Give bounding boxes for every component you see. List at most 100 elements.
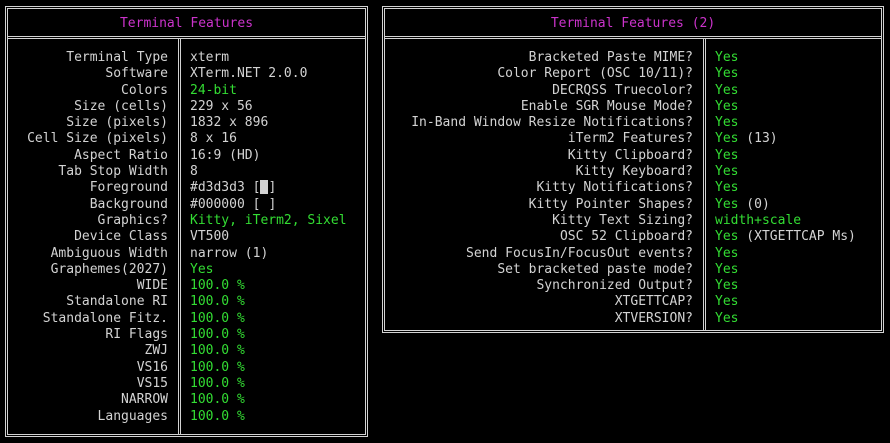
feature-label: Graphics? [97, 212, 168, 228]
feature-value: VT500 [190, 229, 229, 245]
swatch-bracket-open: [ [252, 196, 261, 212]
feature-value: 100.0 % [190, 376, 245, 392]
feature-row: Ambiguous Width narrow (1) [8, 246, 365, 262]
feature-value-text: xterm [190, 50, 230, 65]
feature-value-text: Kitty, iTerm2, Sixel [190, 212, 347, 228]
feature-value: 100.0 % [190, 278, 245, 294]
feature-row: Synchronized Output? Yes [385, 278, 881, 294]
feature-status: Yes [715, 98, 739, 114]
feature-label: Terminal Type [66, 50, 168, 65]
feature-label: Color Report (OSC 10/11)? [497, 66, 693, 82]
feature-row: VS16 100.0 % [8, 360, 365, 376]
feature-value: 100.0 % [190, 392, 245, 408]
feature-value-text: 100.0 % [190, 392, 245, 408]
feature-row: Send FocusIn/FocusOut events? Yes [385, 246, 881, 262]
feature-label: DECRQSS Truecolor? [552, 82, 693, 98]
feature-detail: (XTGETTCAP Ms) [738, 229, 856, 245]
feature-row: Colors 24-bit [8, 83, 365, 99]
feature-value: Yes [715, 50, 738, 66]
feature-value: Yes [715, 246, 738, 262]
feature-value: Yes (0) [715, 197, 770, 213]
feature-status: Yes [715, 164, 739, 180]
feature-value-text: 100.0 % [190, 343, 245, 359]
feature-label: Tab Stop Width [58, 164, 168, 180]
feature-label: Kitty Text Sizing? [552, 212, 693, 228]
feature-row: NARROW 100.0 % [8, 392, 365, 408]
feature-label: VS16 [136, 359, 168, 375]
feature-label: OSC 52 Clipboard? [559, 229, 693, 245]
feature-value-text: XTerm.NET 2.0.0 [190, 66, 308, 82]
feature-value: Yes [715, 262, 738, 278]
feature-row: Graphics? Kitty, iTerm2, Sixel [8, 213, 365, 229]
feature-label: XTGETTCAP? [614, 294, 693, 310]
feature-value-text: 8 x 16 [190, 131, 237, 147]
feature-label: Aspect Ratio [74, 147, 168, 163]
feature-row: Standalone Fitz. 100.0 % [8, 311, 365, 327]
feature-row: Size (cells) 229 x 56 [8, 99, 365, 115]
feature-status: Yes [715, 131, 739, 147]
feature-status: Yes [715, 147, 739, 163]
feature-row: Foreground #d3d3d3 [] [8, 180, 365, 196]
feature-value: Yes [715, 148, 738, 164]
feature-value-text: 16:9 (HD) [190, 147, 261, 163]
swatch-bracket-close: ] [268, 180, 277, 196]
feature-status: Yes [715, 180, 739, 196]
feature-value: Yes [715, 164, 738, 180]
feature-value: 1832 x 896 [190, 115, 268, 131]
feature-list: Terminal Type xterm Software XTerm.NET 2.0.… [8, 50, 365, 425]
feature-value: Kitty, iTerm2, Sixel [190, 213, 347, 229]
feature-value: Yes [715, 278, 738, 294]
feature-value: 8 [190, 164, 198, 180]
feature-row: XTVERSION? Yes [385, 311, 881, 327]
feature-value-text: 229 x 56 [190, 98, 253, 114]
feature-value: Yes (XTGETTCAP Ms) [715, 229, 856, 245]
feature-status: Yes [715, 278, 739, 294]
feature-detail: (13) [738, 131, 778, 147]
feature-value: xterm [190, 50, 229, 66]
feature-status: Yes [715, 310, 739, 326]
feature-value: 100.0 % [190, 311, 245, 327]
feature-label: Ambiguous Width [50, 245, 168, 261]
feature-value-text: 100.0 % [190, 310, 245, 326]
feature-status: Yes [715, 82, 739, 98]
feature-row: Enable SGR Mouse Mode? Yes [385, 99, 881, 115]
feature-label: Foreground [89, 180, 168, 196]
feature-value-text: narrow (1) [190, 245, 269, 261]
feature-row: Standalone RI 100.0 % [8, 294, 365, 310]
feature-row: XTGETTCAP? Yes [385, 294, 881, 310]
feature-value: 100.0 % [190, 360, 245, 376]
feature-row: RI Flags 100.0 % [8, 327, 365, 343]
feature-label: Device Class [74, 229, 168, 245]
feature-row: iTerm2 Features? Yes (13) [385, 131, 881, 147]
feature-status: Yes [715, 261, 739, 277]
feature-label: Kitty Notifications? [536, 180, 693, 196]
feature-label: Software [105, 66, 168, 82]
feature-value: Yes [190, 262, 213, 278]
feature-value: 24-bit [190, 83, 237, 99]
feature-row: VS15 100.0 % [8, 376, 365, 392]
feature-value-text: #d3d3d3 [190, 180, 253, 196]
feature-value: XTerm.NET 2.0.0 [190, 66, 307, 82]
feature-label: VS15 [136, 375, 168, 391]
feature-row: Terminal Type xterm [8, 50, 365, 66]
feature-value: 100.0 % [190, 343, 245, 359]
feature-value: 100.0 % [190, 294, 245, 310]
panel-body: Terminal Type xterm Software XTerm.NET 2.0.… [8, 39, 365, 434]
feature-row: Tab Stop Width 8 [8, 164, 365, 180]
feature-row: Kitty Keyboard? Yes [385, 164, 881, 180]
feature-row: Bracketed Paste MIME? Yes [385, 50, 881, 66]
feature-value-text: 1832 x 896 [190, 115, 269, 131]
feature-status: Yes [715, 66, 739, 82]
feature-value-text: 100.0 % [190, 278, 245, 294]
feature-row: Kitty Text Sizing? width+scale [385, 213, 881, 229]
feature-value: narrow (1) [190, 246, 268, 262]
swatch-bracket-close: ] [268, 196, 277, 212]
feature-label: Size (cells) [74, 98, 168, 114]
feature-label: Kitty Clipboard? [567, 147, 693, 163]
feature-row: Software XTerm.NET 2.0.0 [8, 66, 365, 82]
feature-value: #d3d3d3 [] [190, 180, 276, 196]
feature-status: Yes [715, 245, 739, 261]
feature-label: Colors [121, 82, 168, 98]
feature-row: Graphemes(2027) Yes [8, 262, 365, 278]
feature-label: Graphemes(2027) [50, 261, 168, 277]
